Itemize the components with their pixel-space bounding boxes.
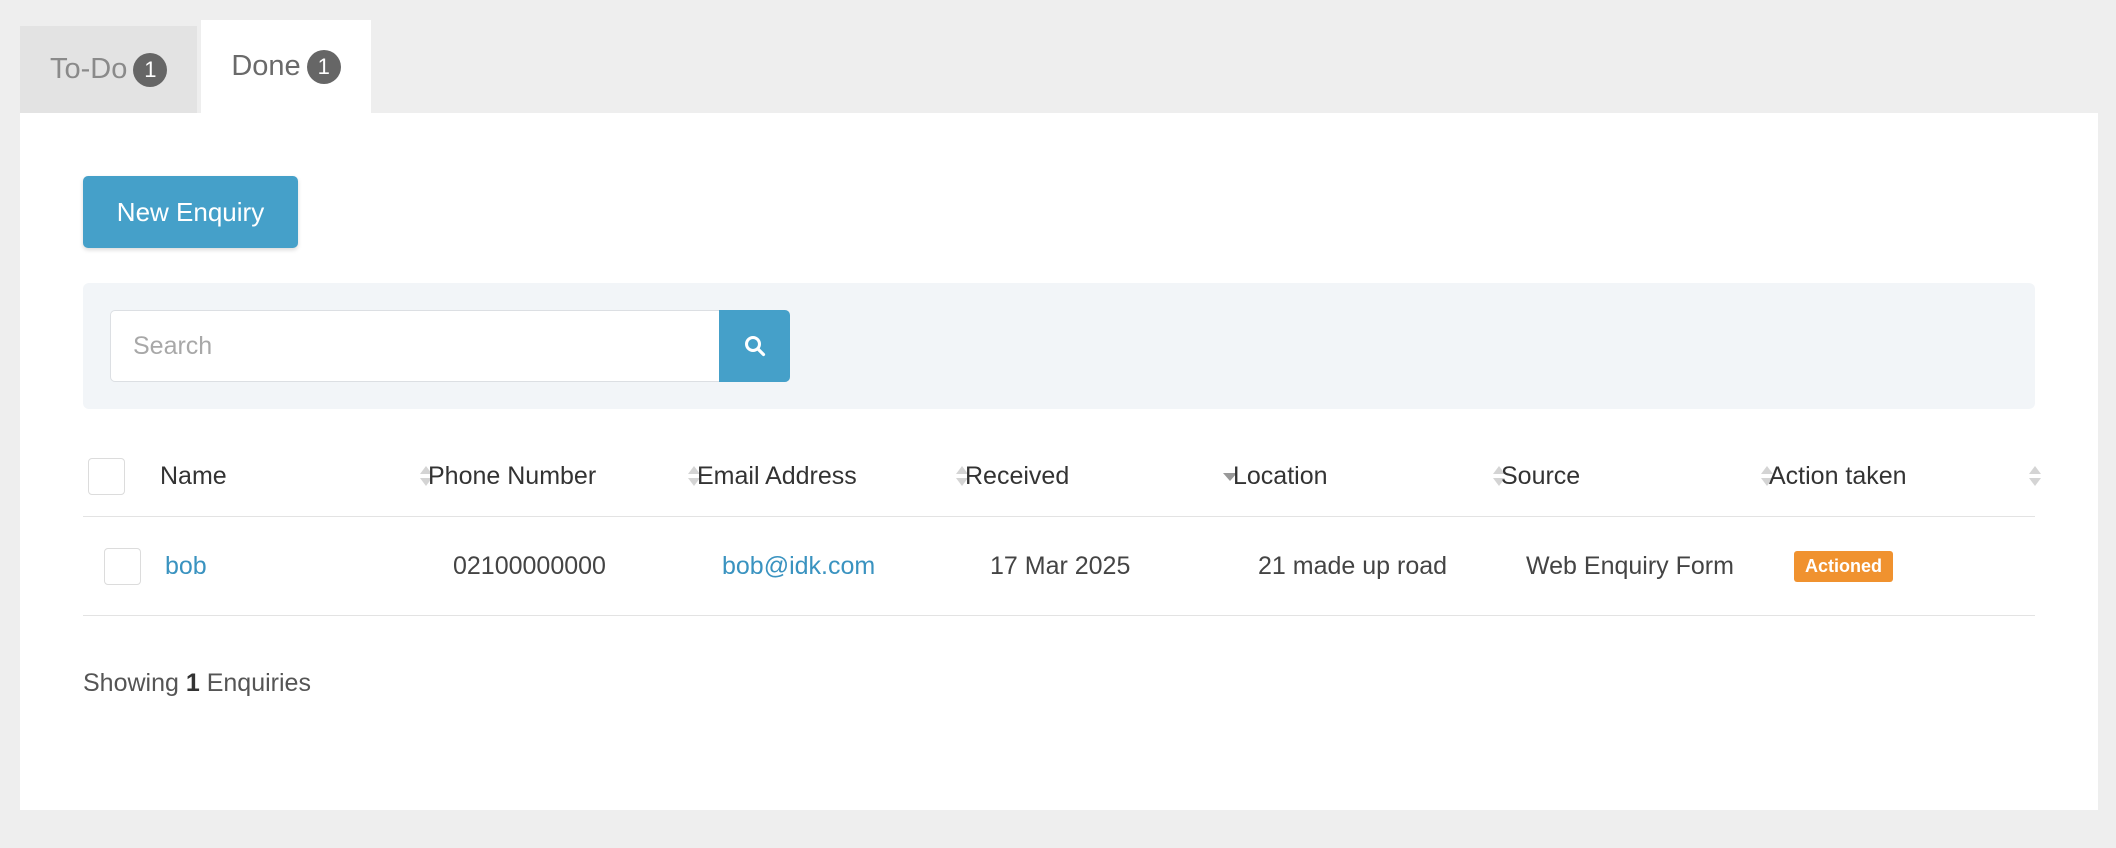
select-all-checkbox[interactable] bbox=[88, 458, 125, 495]
column-header-action-taken[interactable]: Action taken bbox=[1769, 436, 1907, 517]
search-icon bbox=[744, 336, 765, 357]
tab-todo[interactable]: To-Do 1 bbox=[20, 26, 198, 113]
column-header-source[interactable]: Source bbox=[1501, 436, 1580, 517]
search-button[interactable] bbox=[719, 310, 790, 382]
table-row[interactable]: bob 02100000000 bob@idk.com 17 Mar 2025 … bbox=[83, 517, 2035, 616]
status-badge: Actioned bbox=[1794, 551, 1894, 582]
row-location: 21 made up road bbox=[1258, 552, 1448, 580]
results-suffix: Enquiries bbox=[206, 669, 311, 697]
row-select-checkbox[interactable] bbox=[104, 548, 141, 585]
results-count: 1 bbox=[185, 669, 200, 697]
sort-icon[interactable] bbox=[2028, 464, 2042, 488]
tab-todo-label: To-Do bbox=[50, 53, 128, 85]
column-header-name[interactable]: Name bbox=[160, 436, 227, 517]
column-header-phone[interactable]: Phone Number bbox=[428, 436, 596, 517]
column-header-received[interactable]: Received bbox=[965, 436, 1069, 517]
tab-todo-count-badge: 1 bbox=[133, 52, 168, 87]
column-header-email[interactable]: Email Address bbox=[697, 436, 857, 517]
enquiries-table: Name Phone Number Email Address Received… bbox=[83, 436, 2041, 616]
tab-done-label: Done bbox=[231, 50, 301, 82]
column-header-location[interactable]: Location bbox=[1233, 436, 1328, 517]
row-name-link[interactable]: bob bbox=[165, 517, 207, 616]
row-source: Web Enquiry Form bbox=[1526, 552, 1734, 580]
tab-done[interactable]: Done 1 bbox=[201, 20, 371, 113]
results-summary: Showing 1 Enquiries bbox=[83, 669, 311, 698]
tab-done-count-badge: 1 bbox=[306, 49, 341, 84]
table-header: Name Phone Number Email Address Received… bbox=[83, 436, 2041, 517]
row-received: 17 Mar 2025 bbox=[990, 552, 1131, 580]
new-enquiry-button[interactable]: New Enquiry bbox=[83, 176, 298, 248]
results-prefix: Showing bbox=[83, 669, 179, 697]
tab-bar: To-Do 1 Done 1 bbox=[20, 20, 371, 113]
row-phone: 02100000000 bbox=[453, 552, 606, 580]
search-input[interactable] bbox=[110, 310, 719, 382]
row-email-link[interactable]: bob@idk.com bbox=[722, 517, 875, 616]
enquiries-panel: New Enquiry Name Phone Number Email Addr… bbox=[20, 113, 2098, 810]
row-action-cell: Actioned bbox=[1794, 517, 1894, 616]
search-bar bbox=[83, 283, 2035, 409]
